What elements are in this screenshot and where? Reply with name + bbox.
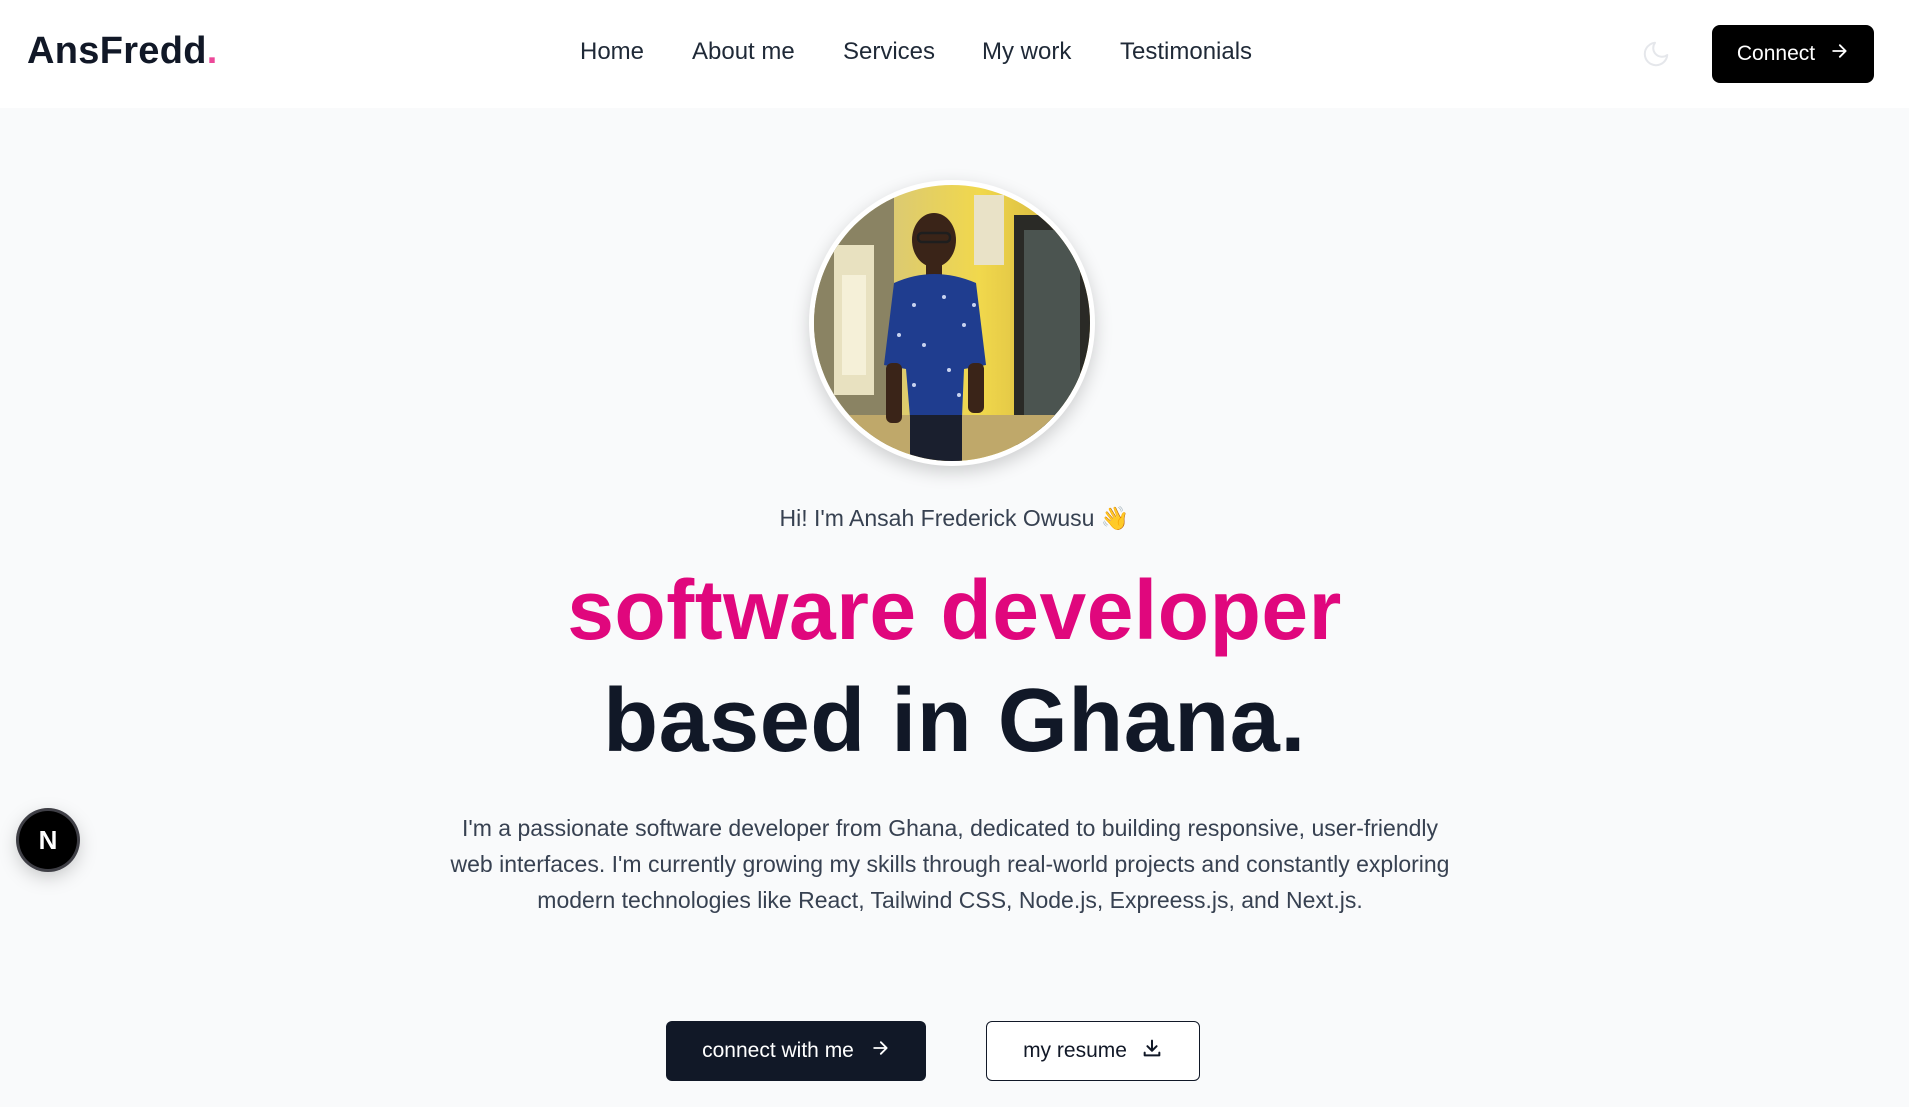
arrow-right-icon: [1829, 41, 1849, 67]
nav-item-testimonials[interactable]: Testimonials: [1120, 38, 1252, 66]
connect-button-label: Connect: [1736, 42, 1816, 65]
arrow-right-icon: [870, 1038, 890, 1064]
hero-greeting: Hi! I'm Ansah Frederick Owusu 👋: [0, 505, 1909, 532]
nextjs-logo-icon[interactable]: N: [19, 811, 77, 869]
brand-dot: .: [206, 30, 218, 72]
connect-button[interactable]: Connect: [1712, 25, 1874, 83]
profile-avatar: [809, 180, 1095, 466]
my-resume-label: my resume: [1023, 1039, 1127, 1062]
hero-headline-rest: based in Ghana.: [603, 671, 1306, 771]
profile-photo: [814, 185, 1090, 461]
brand-logo[interactable]: AnsFredd.: [27, 30, 218, 73]
nav-item-services[interactable]: Services: [843, 38, 935, 66]
brand-name: AnsFredd: [27, 30, 207, 72]
download-icon: [1141, 1037, 1163, 1065]
hero-bio: I'm a passionate software developer from…: [450, 815, 1450, 913]
nav-item-about-me[interactable]: About me: [692, 38, 795, 66]
nav-item-my-work[interactable]: My work: [982, 38, 1071, 66]
moon-icon[interactable]: [1641, 39, 1671, 69]
nav-item-home[interactable]: Home: [580, 38, 644, 66]
wave-hand-icon: 👋: [1100, 505, 1130, 531]
greeting-text: Hi! I'm Ansah Frederick Owusu: [779, 505, 1095, 531]
connect-with-me-button[interactable]: connect with me: [666, 1021, 926, 1081]
hero-headline-highlight: software developer: [567, 563, 1342, 657]
top-navbar: AnsFredd. Home About me Services My work…: [0, 0, 1909, 108]
dev-badge-letter: N: [38, 824, 58, 855]
my-resume-button[interactable]: my resume: [986, 1021, 1200, 1081]
connect-with-me-label: connect with me: [702, 1039, 854, 1062]
